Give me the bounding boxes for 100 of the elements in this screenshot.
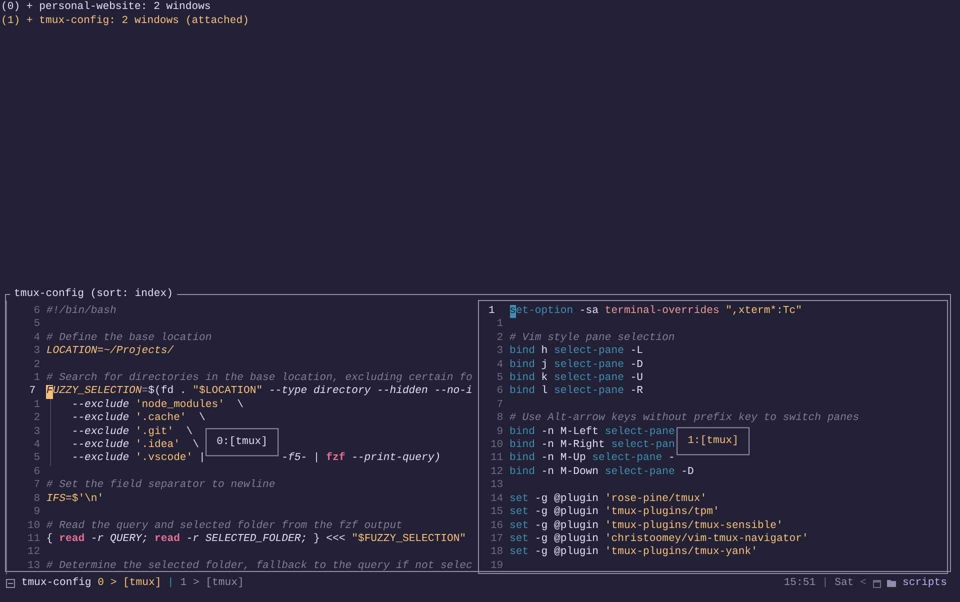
code-token: # Set the field separator to newline	[46, 479, 276, 493]
line-number: 2	[496, 332, 504, 346]
line-number: 7	[28, 385, 36, 399]
session-name: tmux-config	[21, 577, 92, 589]
code-token: IFS	[46, 492, 66, 506]
code-token: -L	[629, 345, 644, 359]
code-token: select-pane	[604, 426, 675, 439]
code-token: h	[540, 345, 549, 359]
code-token: -D	[629, 358, 644, 372]
code-token: 'node_modules'	[135, 398, 224, 412]
code-token: --exclude	[70, 398, 130, 412]
code-token: bind	[510, 358, 535, 372]
code-token: terminal-overrides	[604, 305, 720, 318]
preview-title: tmux-config (sort: index)	[13, 288, 174, 300]
line-number: 4	[34, 332, 42, 346]
code-token: k	[540, 372, 549, 385]
code-token: # Define the base location	[46, 332, 212, 345]
code-token: } <<<	[313, 532, 346, 546]
code-token: select-pane	[554, 358, 624, 372]
code-token: \	[185, 426, 193, 440]
line-number: 11	[490, 452, 504, 466]
code-token: --exclude	[70, 426, 130, 439]
window-tab[interactable]: 0 > [tmux]	[98, 577, 162, 589]
line-number: 3	[496, 345, 504, 359]
code-token: -	[667, 452, 675, 466]
line-number: 6	[34, 305, 42, 318]
line-number: 7	[496, 398, 504, 412]
code-token: '.cache'	[135, 412, 186, 426]
line-number: 12	[27, 546, 42, 560]
cursor: s	[510, 305, 516, 318]
clock: 15:51	[784, 577, 816, 589]
code-token: -U	[629, 372, 644, 386]
line-number: 5	[34, 318, 42, 332]
code-token: |	[198, 452, 206, 466]
line-number: 12	[490, 466, 504, 480]
line-number: 9	[496, 426, 504, 440]
code-token: {	[46, 532, 54, 546]
window-tab[interactable]: 1 > [tmux]	[180, 577, 244, 589]
code-token: et-option	[516, 305, 574, 318]
line-number: 10	[27, 520, 42, 533]
code-token: bind	[510, 439, 535, 452]
code-token: -g @plugin	[534, 532, 600, 546]
line-number: 18	[490, 546, 504, 560]
code-token: \	[192, 439, 200, 452]
code-token: 'rose-pine/tmux'	[604, 492, 707, 506]
code-token: -g @plugin	[534, 520, 600, 533]
weekday: Sat	[834, 577, 854, 589]
line-number: 7	[34, 479, 42, 493]
code-token: =$'\n'	[65, 492, 104, 506]
code-token: =	[142, 385, 148, 399]
line-number: 6	[496, 385, 504, 399]
code-token: -r SELECTED_FOLDER;	[185, 532, 308, 546]
code-token: set	[510, 532, 529, 546]
line-number: 8	[496, 412, 504, 426]
code-token: read	[59, 532, 85, 546]
line-number: 10	[490, 439, 504, 452]
code-token: UZZY_SELECTION	[52, 385, 142, 399]
code-token: 'christoomey/vim-tmux-navigator'	[604, 532, 808, 546]
code-token: # Search for directories in the base location, excluding certain fo	[46, 372, 472, 385]
code-token: -g @plugin	[534, 546, 600, 560]
pane-label: 0:[tmux]	[206, 428, 278, 456]
code-token: bind	[510, 385, 535, 399]
line-number: 3	[34, 426, 42, 440]
code-token: $(fd .	[148, 385, 188, 399]
code-token: select-pan	[611, 439, 675, 452]
line-number: 3	[34, 345, 42, 359]
line-number: 5	[496, 372, 504, 386]
code-token: select-pane	[554, 385, 624, 399]
code-token: set	[510, 492, 529, 506]
code-token: '.idea'	[135, 439, 180, 452]
session-item[interactable]: (1) + tmux-config: 2 windows (attached)	[1, 14, 249, 28]
code-token: "$FUZZY_SELECTION"	[352, 532, 466, 546]
line-number: 8	[34, 492, 42, 506]
cursor: F	[46, 385, 53, 399]
window-icon	[6, 578, 15, 588]
line-number: 13	[27, 560, 42, 574]
editor-pane[interactable]	[478, 300, 948, 574]
calendar-icon	[872, 578, 881, 588]
code-token: '.git'	[135, 426, 174, 439]
line-number: 11	[27, 532, 42, 546]
code-token: bind	[510, 452, 535, 466]
code-token: set	[510, 520, 529, 533]
line-number: 15	[490, 506, 504, 520]
session-item[interactable]: (0) + personal-website: 2 windows	[1, 0, 211, 14]
code-token: --type directory --hidden --no-i	[268, 385, 472, 399]
code-token: select-pane	[554, 345, 624, 359]
code-token: j	[540, 358, 549, 372]
code-token: # Vim style pane selection	[510, 332, 675, 345]
separator: |	[168, 577, 174, 589]
code-token: -r QUERY;	[90, 532, 150, 546]
code-token: -n M-Right	[540, 439, 606, 452]
code-token: 'tmux-plugins/tpm'	[604, 506, 720, 520]
line-number: 14	[490, 492, 504, 506]
code-token: -g @plugin	[534, 492, 600, 506]
code-token: bind	[510, 466, 535, 480]
code-token: 'tmux-plugins/tmux-sensible'	[604, 520, 783, 533]
line-number: 1	[488, 305, 495, 318]
line-number: 17	[490, 532, 504, 546]
code-token: --exclude	[70, 452, 130, 466]
line-number: 13	[490, 479, 504, 493]
